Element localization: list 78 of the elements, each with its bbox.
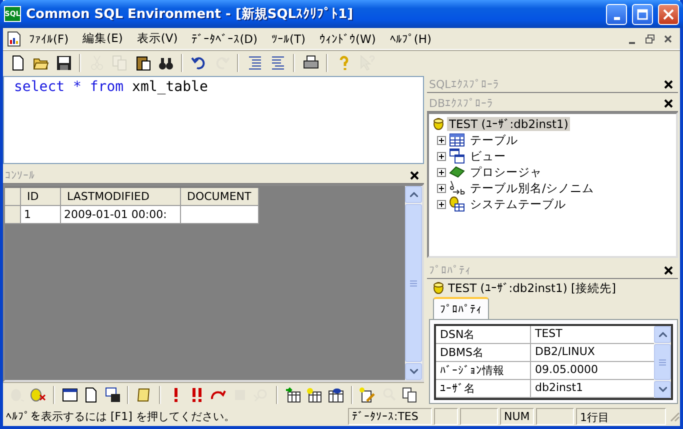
minimize-icon bbox=[629, 42, 635, 44]
tree-label: TEST (ﾕｰｻﾞ:db2inst1) bbox=[447, 117, 570, 131]
expand-toggle[interactable] bbox=[437, 152, 446, 160]
scroll-up-button[interactable] bbox=[654, 326, 671, 343]
close-icon bbox=[664, 266, 673, 274]
sql-code-line: select * from xml_table bbox=[14, 79, 209, 95]
status-message: ﾍﾙﾌﾟを表示するには [F1] を押してください。 bbox=[5, 408, 236, 424]
expand-toggle[interactable] bbox=[437, 136, 446, 144]
panel-title: ﾌﾟﾛﾊﾟﾃｨ bbox=[429, 264, 471, 276]
window-title: Common SQL Environment - [新規SQLｽｸﾘﾌﾟﾄ1] bbox=[26, 6, 354, 23]
stacked-windows-icon bbox=[449, 148, 465, 164]
menu-item[interactable]: ﾂｰﾙ(T) bbox=[266, 30, 312, 48]
restore-icon bbox=[645, 34, 655, 44]
property-value: TEST bbox=[534, 326, 564, 342]
vertical-scrollbar[interactable] bbox=[654, 326, 671, 398]
scroll-down-button[interactable] bbox=[405, 363, 422, 380]
menu-item[interactable]: ﾍﾙﾌﾟ(H) bbox=[384, 30, 438, 48]
tab[interactable]: ﾌﾟﾛﾊﾟﾃｨ bbox=[433, 297, 489, 319]
property-name: DBMS名 bbox=[436, 344, 531, 361]
minimize-icon bbox=[614, 16, 620, 20]
scroll-down-button[interactable] bbox=[654, 381, 671, 398]
menu-item[interactable]: 編集(E) bbox=[76, 29, 129, 48]
table-cell: 1 bbox=[21, 206, 61, 224]
database-icon bbox=[433, 282, 444, 294]
expand-toggle[interactable] bbox=[437, 168, 446, 176]
sql-editor[interactable]: select * from xml_table bbox=[3, 76, 424, 164]
close-icon bbox=[410, 170, 419, 180]
scroll-thumb[interactable] bbox=[654, 344, 671, 380]
panel-title: ｺﾝｿｰﾙ bbox=[5, 168, 35, 182]
close-icon bbox=[664, 98, 673, 108]
tree-item[interactable]: テーブル別名/シノニム bbox=[468, 180, 596, 196]
status-panel: NUM bbox=[500, 408, 534, 424]
empty-status-panel bbox=[460, 408, 498, 424]
column-header[interactable]: ID bbox=[21, 188, 61, 206]
menu-item[interactable]: 表示(V) bbox=[130, 29, 184, 48]
database-table-icon bbox=[449, 196, 465, 212]
tree-item[interactable]: システムテーブル bbox=[468, 196, 568, 212]
empty-status-panel bbox=[434, 408, 458, 424]
database-icon bbox=[433, 118, 444, 130]
property-name: DSN名 bbox=[436, 326, 531, 343]
close-icon bbox=[663, 8, 674, 20]
property-name: ﾕｰｻﾞ名 bbox=[436, 380, 531, 397]
tree-item[interactable]: プロシージャ bbox=[468, 164, 544, 180]
menu-item[interactable]: ｳｨﾝﾄﾞｳ(W) bbox=[314, 30, 382, 48]
tree-item[interactable]: ビュー bbox=[468, 148, 508, 164]
empty-status-panel bbox=[536, 408, 574, 424]
property-name: ﾊﾞｰｼﾞｮﾝ情報 bbox=[436, 362, 531, 379]
close-icon bbox=[664, 34, 672, 42]
maximize-icon bbox=[637, 8, 648, 20]
gem-icon bbox=[449, 164, 465, 180]
resize-grip-icon[interactable] bbox=[668, 410, 680, 422]
grid-corner bbox=[5, 188, 21, 206]
menu-item[interactable]: ﾃﾞｰﾀﾍﾞｰｽ(D) bbox=[186, 30, 264, 48]
close-icon bbox=[664, 80, 673, 88]
property-value: DB2/LINUX bbox=[534, 344, 596, 360]
status-panel: 1行目 bbox=[576, 408, 666, 424]
expand-toggle[interactable] bbox=[437, 200, 446, 208]
table-grid-icon bbox=[449, 132, 465, 148]
property-value: 09.05.0000 bbox=[534, 362, 599, 378]
maximize-button[interactable] bbox=[632, 4, 653, 24]
table-cell: 2009-01-01 00:00: bbox=[61, 206, 181, 224]
scroll-thumb[interactable] bbox=[405, 204, 422, 362]
document-icon[interactable] bbox=[7, 30, 21, 46]
tree-item[interactable]: テーブル bbox=[468, 132, 520, 148]
connection-label: TEST (ﾕｰｻﾞ:db2inst1) [接続先] bbox=[448, 280, 616, 296]
panel-title: SQLｴｸｽﾌﾟﾛｰﾗ bbox=[429, 78, 499, 90]
column-header[interactable]: LASTMODIFIED bbox=[61, 188, 181, 206]
panel-title: DBｴｸｽﾌﾟﾛｰﾗ bbox=[429, 96, 494, 110]
menu-item[interactable]: ﾌｧｲﾙ(F) bbox=[23, 30, 75, 48]
tree-item[interactable]: TEST (ﾕｰｻﾞ:db2inst1) bbox=[433, 116, 672, 132]
property-value: db2inst1 bbox=[534, 380, 584, 396]
status-panel: ﾃﾞｰﾀｿｰｽ:TES bbox=[348, 408, 432, 424]
vertical-scrollbar[interactable] bbox=[405, 186, 422, 380]
column-header[interactable]: DOCUMENT bbox=[181, 188, 259, 206]
alias-arrow-icon bbox=[449, 180, 465, 196]
scroll-up-button[interactable] bbox=[405, 186, 422, 203]
minimize-button[interactable] bbox=[606, 4, 627, 24]
expand-toggle[interactable] bbox=[437, 184, 446, 192]
